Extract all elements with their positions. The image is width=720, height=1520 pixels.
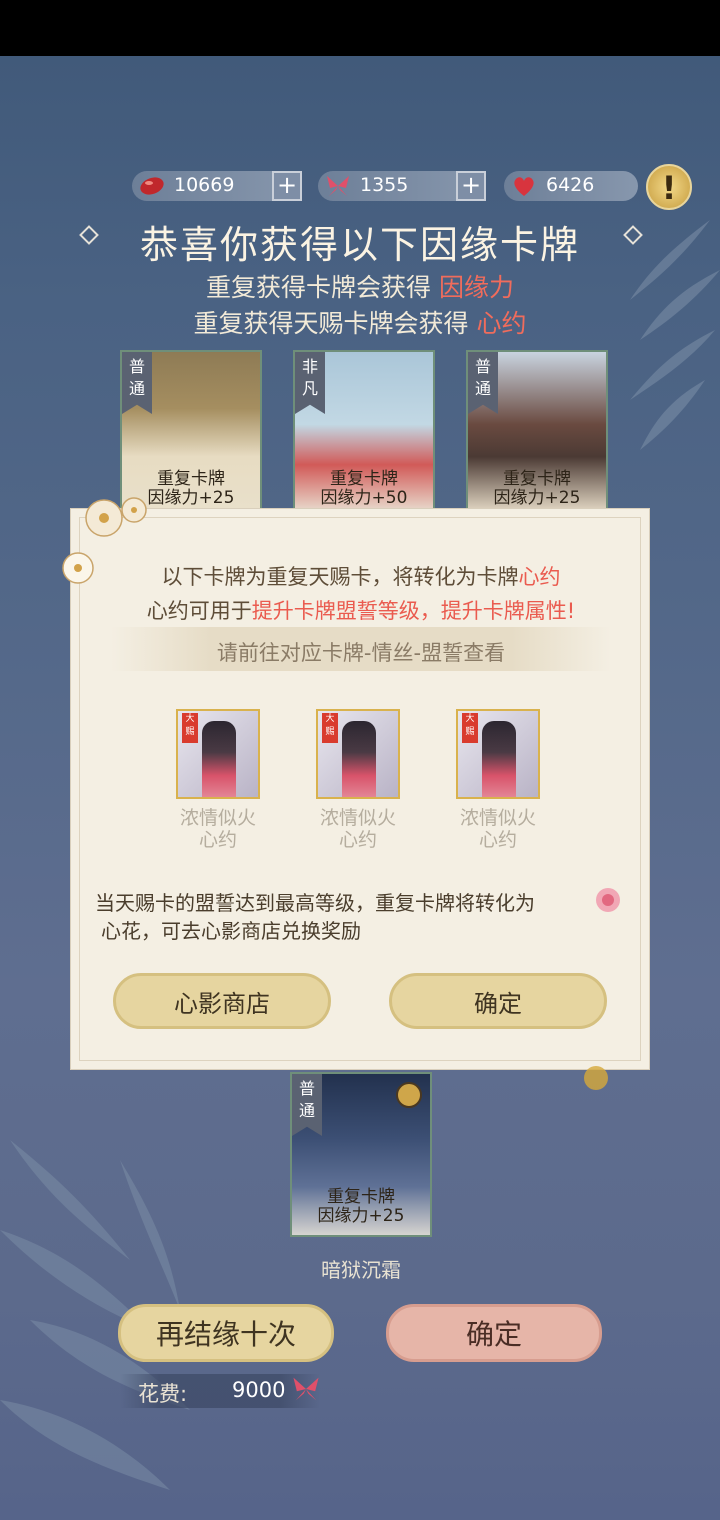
card-thumbnail: 大赐 xyxy=(316,709,400,799)
rank-badge: 普通 xyxy=(292,1074,322,1136)
sakura-icon xyxy=(85,497,147,537)
heart-flower-icon xyxy=(596,888,620,912)
promise-item[interactable]: 大赐 浓情似火 心约 xyxy=(453,709,543,851)
dialog-line-2: 心约可用于提升卡牌盟誓等级，提升卡牌属性! xyxy=(146,599,576,623)
sakura-icon xyxy=(62,552,94,584)
duplicate-info: 重复卡牌 因缘力+50 xyxy=(320,469,408,508)
result-title: 恭喜你获得以下因缘卡牌 xyxy=(139,223,580,267)
rank-badge: 普通 xyxy=(122,352,152,414)
status-bar xyxy=(0,0,720,56)
confirm-button[interactable]: 确定 xyxy=(386,1304,602,1362)
bean-count: 10669 xyxy=(174,174,235,196)
compass-icon xyxy=(396,1082,422,1108)
card-thumbnail: 大赐 xyxy=(456,709,540,799)
add-butterfly-button[interactable]: + xyxy=(456,171,486,201)
draw-again-button[interactable]: 再结缘十次 xyxy=(118,1304,334,1362)
rank-badge: 非凡 xyxy=(295,352,325,414)
dialog-line-1: 以下卡牌为重复天赐卡，将转化为卡牌心约 xyxy=(161,565,561,589)
subtitle-line-1: 重复获得卡牌会获得 因缘力 xyxy=(206,273,514,302)
butterfly-icon xyxy=(327,176,349,196)
dialog-hint: 请前往对应卡牌-情丝-盟誓查看 xyxy=(216,641,506,665)
dialog-note-2: 心花，可去心影商店兑换奖励 xyxy=(101,919,361,943)
promise-item[interactable]: 大赐 浓情似火 心约 xyxy=(313,709,403,851)
rank-badge: 普通 xyxy=(468,352,498,414)
dialog-note-1: 当天赐卡的盟誓达到最高等级，重复卡牌将转化为 xyxy=(95,891,535,915)
butterfly-currency: 1355 + xyxy=(318,171,486,201)
result-card-bottom[interactable]: 普通 重复卡牌 因缘力+25 xyxy=(290,1072,432,1237)
heart-shop-button[interactable]: 心影商店 xyxy=(113,973,331,1029)
add-bean-button[interactable]: + xyxy=(272,171,302,201)
butterfly-icon xyxy=(293,1377,319,1401)
duplicate-info: 重复卡牌 因缘力+25 xyxy=(493,469,581,508)
dialog-confirm-button[interactable]: 确定 xyxy=(389,973,607,1029)
heart-count: 6426 xyxy=(546,174,595,196)
result-card[interactable]: 非凡 重复卡牌 因缘力+50 xyxy=(293,350,435,515)
gold-coin-icon xyxy=(584,1066,608,1090)
card-thumbnail: 大赐 xyxy=(176,709,260,799)
cost-label: 花费: xyxy=(138,1382,188,1406)
butterfly-count: 1355 xyxy=(360,174,409,196)
info-alert-button[interactable]: ! xyxy=(646,164,692,210)
cost-value: 9000 xyxy=(232,1378,286,1402)
result-card[interactable]: 普通 重复卡牌 因缘力+25 xyxy=(466,350,608,515)
promise-item[interactable]: 大赐 浓情似火 心约 xyxy=(173,709,263,851)
heart-promise-dialog: 以下卡牌为重复天赐卡，将转化为卡牌心约 心约可用于提升卡牌盟誓等级，提升卡牌属性… xyxy=(70,508,650,1070)
red-bean-icon xyxy=(140,177,164,195)
bean-currency: 10669 + xyxy=(132,171,302,201)
heart-icon xyxy=(514,177,534,196)
bottom-card-name: 暗狱沉霜 xyxy=(321,1258,401,1282)
duplicate-info: 重复卡牌 因缘力+25 xyxy=(317,1187,405,1226)
heart-currency: 6426 xyxy=(504,171,638,201)
subtitle-line-2: 重复获得天赐卡牌会获得 心约 xyxy=(193,309,527,338)
